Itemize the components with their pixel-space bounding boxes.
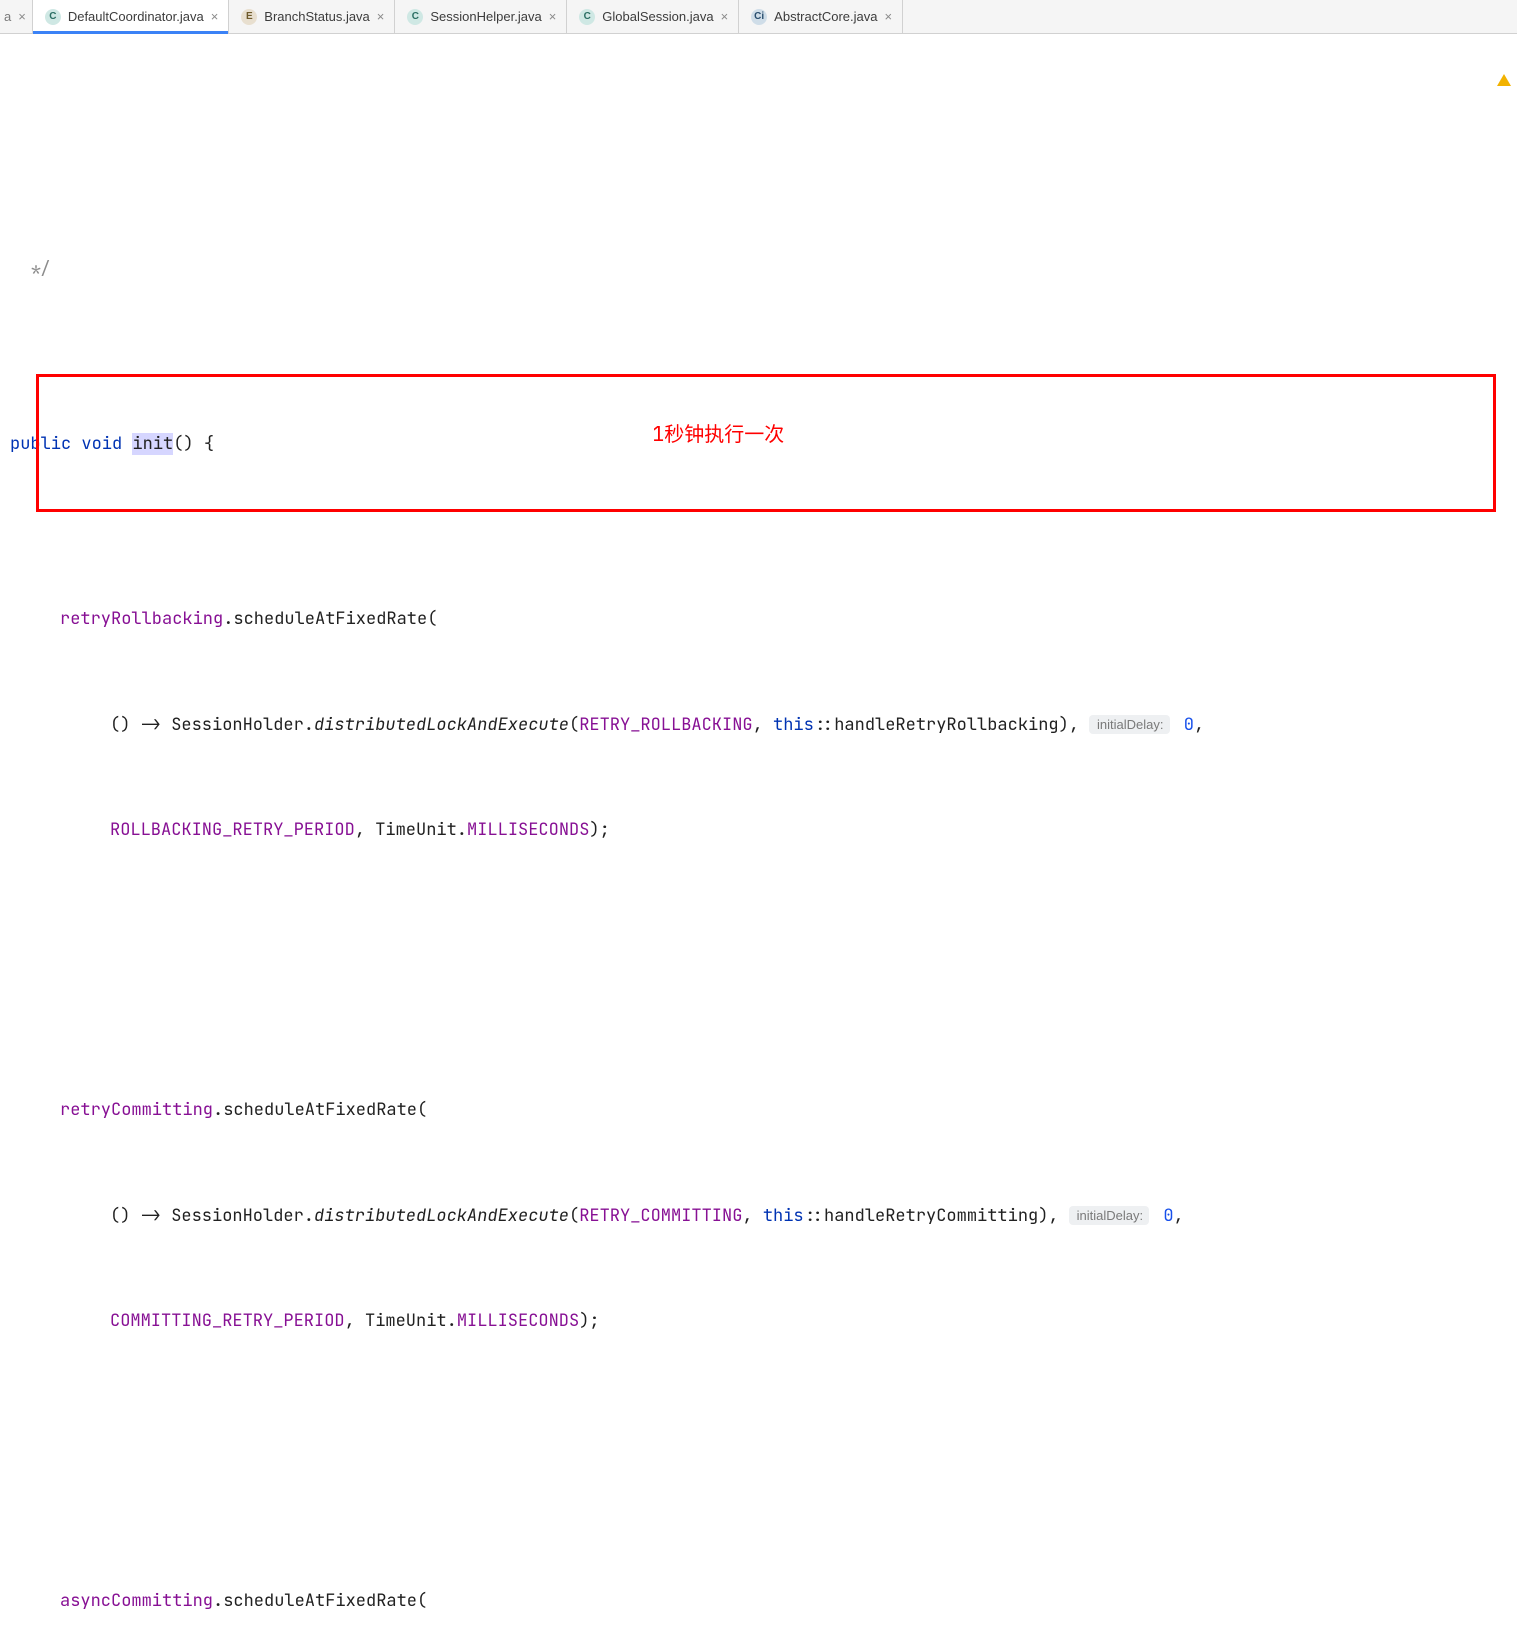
- code-line: asyncCommitting.scheduleAtFixedRate(: [10, 1584, 1517, 1619]
- tab-label: SessionHelper.java: [430, 9, 541, 24]
- interface-icon: Ci: [751, 9, 767, 25]
- code-line: */: [10, 252, 1517, 287]
- code-line: COMMITTING_RETRY_PERIOD, TimeUnit.MILLIS…: [10, 1304, 1517, 1339]
- tab-global-session[interactable]: C GlobalSession.java ×: [567, 0, 739, 33]
- parameter-hint: initialDelay:: [1069, 1206, 1149, 1225]
- code-line: retryRollbacking.scheduleAtFixedRate(: [10, 602, 1517, 637]
- editor-tab-strip: a × C DefaultCoordinator.java × E Branch…: [0, 0, 1517, 34]
- code-line: public void init() {: [10, 427, 1517, 462]
- code-editor[interactable]: */ public void init() { retryRollbacking…: [0, 34, 1517, 1638]
- tab-label: BranchStatus.java: [264, 9, 370, 24]
- close-icon[interactable]: ×: [885, 10, 893, 23]
- tab-label: GlobalSession.java: [602, 9, 713, 24]
- tab-label: AbstractCore.java: [774, 9, 877, 24]
- code-line: () -> SessionHolder.distributedLockAndEx…: [10, 1198, 1517, 1234]
- close-icon[interactable]: ×: [549, 10, 557, 23]
- class-icon: C: [407, 9, 423, 25]
- close-icon[interactable]: ×: [211, 10, 219, 23]
- code-line: () -> SessionHolder.distributedLockAndEx…: [10, 707, 1517, 743]
- class-icon: C: [579, 9, 595, 25]
- method-name: init: [132, 433, 173, 455]
- enum-icon: E: [241, 9, 257, 25]
- blank-line: [10, 1409, 1517, 1444]
- close-icon[interactable]: ×: [721, 10, 729, 23]
- parameter-hint: initialDelay:: [1089, 715, 1169, 734]
- tab-default-coordinator[interactable]: C DefaultCoordinator.java ×: [33, 0, 229, 33]
- tab-abstract-core[interactable]: Ci AbstractCore.java ×: [739, 0, 903, 33]
- blank-line: [10, 918, 1517, 953]
- tab-session-helper[interactable]: C SessionHelper.java ×: [395, 0, 567, 33]
- code-line: retryCommitting.scheduleAtFixedRate(: [10, 1093, 1517, 1128]
- tab-branch-status[interactable]: E BranchStatus.java ×: [229, 0, 395, 33]
- tab-label: DefaultCoordinator.java: [68, 9, 204, 24]
- class-icon: C: [45, 9, 61, 25]
- code-line: ROLLBACKING_RETRY_PERIOD, TimeUnit.MILLI…: [10, 813, 1517, 848]
- tab-overflow-left[interactable]: a ×: [0, 0, 33, 33]
- warning-icon[interactable]: [1497, 74, 1511, 86]
- close-icon[interactable]: ×: [377, 10, 385, 23]
- close-icon[interactable]: ×: [18, 10, 26, 23]
- tab-overflow-label: a: [4, 9, 11, 24]
